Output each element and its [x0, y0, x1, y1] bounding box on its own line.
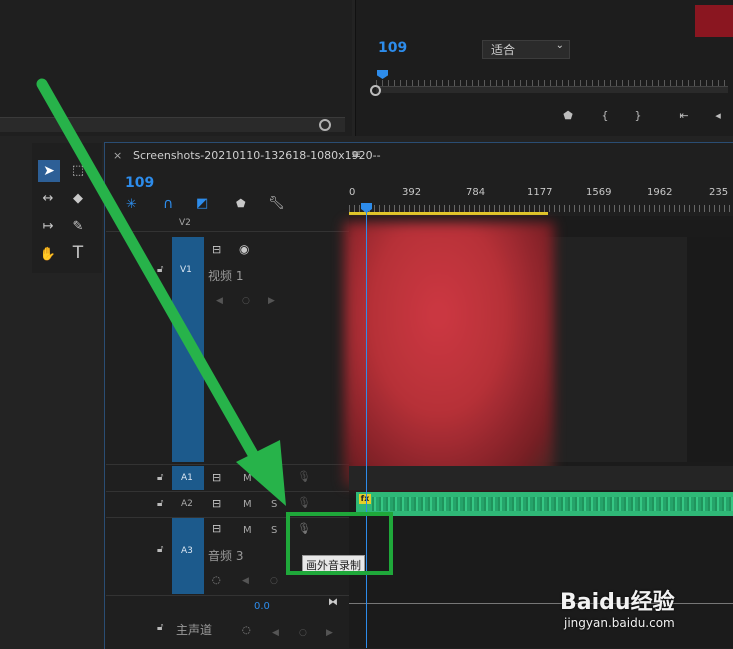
watermark-url: jingyan.baidu.com — [564, 616, 675, 630]
baidu-watermark: Baidu经验 jingyan.baidu.com — [560, 584, 675, 630]
annotation-arrow-icon — [36, 78, 286, 506]
watermark-brand: Baidu经验 — [560, 590, 675, 615]
